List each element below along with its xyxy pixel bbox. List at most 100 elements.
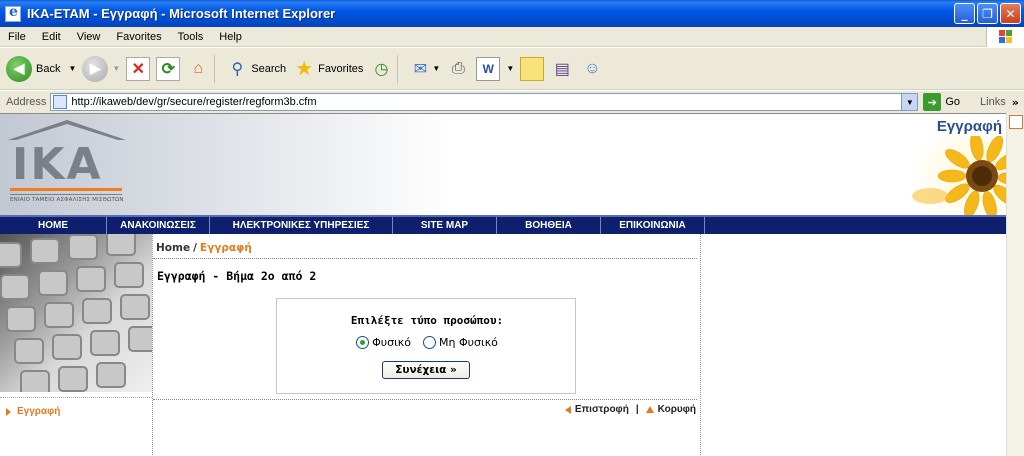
scrollbar-box[interactable] <box>1009 115 1023 129</box>
print-button[interactable]: ⎙ <box>446 57 470 81</box>
nav-help[interactable]: ΒΟΗΘΕΙΑ <box>497 217 601 234</box>
keyboard-key <box>96 362 126 388</box>
breadcrumb: Home / Εγγραφή <box>156 242 252 254</box>
address-url: http://ikaweb/dev/gr/secure/register/reg… <box>71 96 317 108</box>
keyboard-key <box>0 274 30 300</box>
breadcrumb-home[interactable]: Home <box>156 242 190 254</box>
keyboard-key <box>82 298 112 324</box>
home-button[interactable]: ⌂ <box>186 57 210 81</box>
nav-home[interactable]: HOME <box>0 217 107 234</box>
left-nav-register-label: Εγγραφή <box>17 406 61 417</box>
research-icon: ▤ <box>554 60 570 78</box>
person-type-radio-group: Φυσικό Μη Φυσικό <box>277 336 577 349</box>
stop-icon: ✕ <box>126 56 151 81</box>
breadcrumb-divider <box>153 258 697 259</box>
go-arrow-icon: ➔ <box>923 93 942 111</box>
nav-site-map[interactable]: SITE MAP <box>393 217 497 234</box>
window-title: IKA-ETAM - Εγγραφή - Microsoft Internet … <box>27 6 336 21</box>
continue-button[interactable]: Συνέχεια » <box>382 361 470 379</box>
radio-option-physical[interactable]: Φυσικό <box>356 336 411 349</box>
address-bar: Address http://ikaweb/dev/gr/secure/regi… <box>0 91 1024 113</box>
ie-icon <box>5 4 21 22</box>
forward-arrow-icon: ▶ <box>82 55 109 82</box>
menu-edit[interactable]: Edit <box>34 31 69 43</box>
nav-contact[interactable]: ΕΠΙΚΟΙΝΩΝΙΑ <box>601 217 705 234</box>
word-edit-icon: W <box>476 56 501 81</box>
refresh-button[interactable]: ⟳ <box>156 56 181 81</box>
vertical-scrollbar[interactable] <box>1006 113 1024 456</box>
forward-button[interactable]: ▶ ▼ <box>82 55 120 82</box>
menu-help[interactable]: Help <box>211 31 250 43</box>
page-icon <box>53 95 68 109</box>
keyboard-key <box>106 234 136 256</box>
left-nav-register[interactable]: Εγγραφή <box>6 406 60 417</box>
close-button[interactable]: ✕ <box>1000 3 1021 24</box>
links-chevron-icon[interactable]: » <box>1012 96 1019 109</box>
messenger-button[interactable]: ☺ <box>580 57 604 81</box>
address-dropdown-icon[interactable]: ▼ <box>901 94 918 110</box>
breadcrumb-separator: / <box>193 242 197 254</box>
maximize-button[interactable]: ❐ <box>977 3 998 24</box>
radio-physical[interactable] <box>356 336 370 349</box>
keyboard-key <box>44 302 74 328</box>
left-column: Εγγραφή <box>0 234 153 456</box>
minimize-button[interactable]: _ <box>954 3 975 24</box>
toolbar-separator <box>214 54 216 83</box>
keyboard-key <box>114 262 144 288</box>
windows-logo <box>986 27 1024 47</box>
logo-roof-icon <box>8 120 126 140</box>
print-icon: ⎙ <box>451 59 465 77</box>
logo-grey-bar <box>10 194 122 195</box>
search-button[interactable]: ⚲ Search <box>225 57 286 81</box>
address-input[interactable]: http://ikaweb/dev/gr/secure/register/reg… <box>50 93 919 111</box>
favorites-button[interactable]: ★ Favorites <box>292 57 363 81</box>
keyboard-key <box>6 306 36 332</box>
radio-nonphysical[interactable] <box>423 336 437 349</box>
menu-bar: File Edit View Favorites Tools Help <box>0 27 1024 47</box>
sunflower-icon <box>910 136 1006 215</box>
top-link[interactable]: Κορυφή <box>658 404 696 415</box>
radio-nonphysical-label[interactable]: Μη Φυσικό <box>439 336 498 349</box>
top-triangle-icon <box>645 406 654 413</box>
links-button[interactable]: Links <box>980 96 1006 108</box>
go-label: Go <box>945 96 961 108</box>
keyboard-key <box>58 366 88 392</box>
back-button[interactable]: ◀ Back ▼ <box>6 55 76 82</box>
research-button[interactable]: ▤ <box>550 57 574 81</box>
left-divider <box>0 397 152 398</box>
keyboard-key <box>128 326 152 352</box>
back-link[interactable]: Επιστροφή <box>575 404 629 415</box>
go-button[interactable]: ➔ Go <box>923 93 960 111</box>
forward-dropdown-icon[interactable]: ▼ <box>112 64 120 73</box>
menu-view[interactable]: View <box>69 31 109 43</box>
window-controls: _ ❐ ✕ <box>954 3 1021 24</box>
edit-button[interactable]: W ▼ <box>476 56 514 81</box>
keyboard-key <box>120 294 150 320</box>
main-content: Home / Εγγραφή Εγγραφή - Βήμα 2ο από 2 Επι… <box>153 234 701 456</box>
menu-favorites[interactable]: Favorites <box>108 31 169 43</box>
ika-logo[interactable]: IKA ΕΝΙΑΙΟ ΤΑΜΕΙΟ ΑΣΦΑΛΙΣΗΣ ΜΙΣΘΩΤΩΝ <box>8 120 126 210</box>
discuss-button[interactable] <box>520 56 545 81</box>
keyboard-key <box>20 370 50 392</box>
menu-tools[interactable]: Tools <box>170 31 212 43</box>
back-triangle-icon <box>564 405 571 414</box>
nav-announcements[interactable]: ΑΝΑΚΟΙΝΩΣΕΙΣ <box>107 217 210 234</box>
edit-dropdown-icon[interactable]: ▼ <box>506 64 514 73</box>
page-viewport: IKA ΕΝΙΑΙΟ ΤΑΜΕΙΟ ΑΣΦΑΛΙΣΗΣ ΜΙΣΘΩΤΩΝ Εγγ… <box>0 113 1006 456</box>
keyboard-image <box>0 234 152 392</box>
favorites-star-icon: ★ <box>295 58 314 80</box>
back-label: Back <box>36 62 61 75</box>
address-label: Address <box>6 96 47 108</box>
mail-dropdown-icon[interactable]: ▼ <box>432 64 440 73</box>
mail-button[interactable]: ✉ ▼ <box>408 57 441 81</box>
radio-option-nonphysical[interactable]: Μη Φυσικό <box>423 336 498 349</box>
back-arrow-icon: ◀ <box>6 55 32 82</box>
home-icon: ⌂ <box>193 59 204 77</box>
history-button[interactable]: ◷ <box>369 57 393 81</box>
menu-file[interactable]: File <box>0 31 34 43</box>
keyboard-key <box>14 338 44 364</box>
stop-button[interactable]: ✕ <box>126 56 151 81</box>
nav-e-services[interactable]: ΗΛΕΚΤΡΟΝΙΚΕΣ ΥΠΗΡΕΣΙΕΣ <box>210 217 393 234</box>
radio-physical-label[interactable]: Φυσικό <box>372 336 411 349</box>
back-dropdown-icon[interactable]: ▼ <box>68 64 76 73</box>
